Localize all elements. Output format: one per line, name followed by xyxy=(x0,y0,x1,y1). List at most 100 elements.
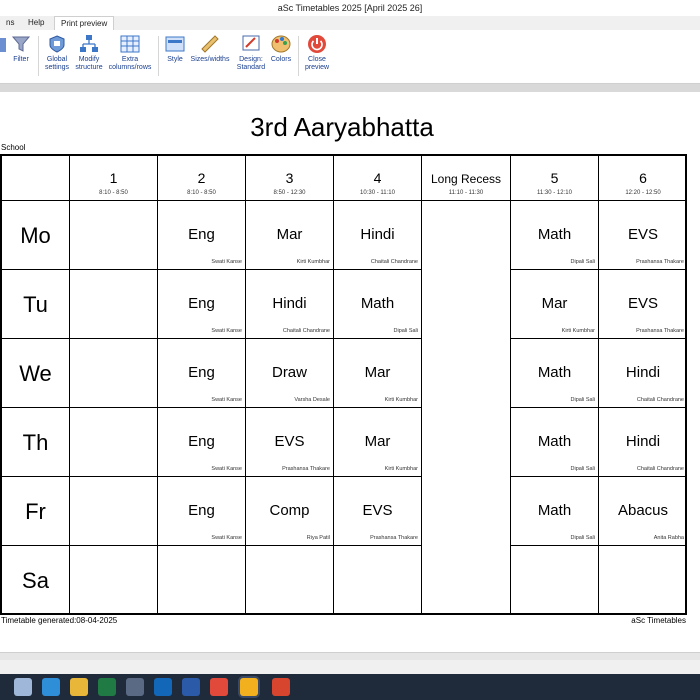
extra-columns-label-2: columns/rows xyxy=(108,64,152,71)
lesson-cell[interactable]: Mar Kirti Kumbhar xyxy=(334,408,422,477)
period-time: 11:10 - 11:30 xyxy=(448,190,484,196)
task-view-icon[interactable] xyxy=(14,678,32,696)
day-name: Mo xyxy=(20,222,51,248)
day-cell-tu: Tu xyxy=(2,270,70,339)
outlook-icon[interactable] xyxy=(154,678,172,696)
subject-name: Eng xyxy=(188,226,215,243)
file-explorer-icon[interactable] xyxy=(70,678,88,696)
lesson-cell[interactable]: Draw Varsha Desale xyxy=(246,339,334,408)
lesson-cell[interactable]: EVS Prashansa Thakare xyxy=(599,270,687,339)
period-time: 10:30 - 11:10 xyxy=(360,190,395,196)
lesson-cell[interactable]: Math Dipali Sali xyxy=(334,270,422,339)
lesson-cell[interactable]: Eng Swati Kanse xyxy=(158,270,246,339)
lesson-cell[interactable]: Comp Riya Patil xyxy=(246,477,334,546)
teacher-name: Chaitali Chandrane xyxy=(636,397,684,403)
asc-timetables-icon[interactable] xyxy=(240,678,258,696)
lesson-cell[interactable]: Eng Swati Kanse xyxy=(158,201,246,270)
subject-name: EVS xyxy=(362,502,393,519)
subject-name: Eng xyxy=(188,364,215,381)
lesson-cell[interactable] xyxy=(599,546,687,615)
lesson-cell[interactable]: Mar Kirti Kumbhar xyxy=(246,201,334,270)
lesson-cell[interactable]: Hindi Chaitali Chandrane xyxy=(599,339,687,408)
lesson-cell[interactable] xyxy=(511,546,599,615)
lesson-cell[interactable] xyxy=(70,477,158,546)
lesson-cell[interactable]: Math Dipali Sali xyxy=(511,201,599,270)
lesson-cell[interactable] xyxy=(158,546,246,615)
lesson-cell[interactable] xyxy=(70,201,158,270)
teacher-name: Riya Patil xyxy=(306,535,330,541)
windows-taskbar xyxy=(0,674,700,700)
lesson-cell[interactable]: Math Dipali Sali xyxy=(511,339,599,408)
header-long-recess: Long Recess 11:10 - 11:30 xyxy=(422,156,511,201)
lesson-cell[interactable] xyxy=(70,408,158,477)
subject-name: Math xyxy=(537,226,572,243)
teacher-name: Prashansa Thakare xyxy=(282,466,330,472)
lesson-cell[interactable]: EVS Prashansa Thakare xyxy=(599,201,687,270)
lesson-cell[interactable]: Eng Swati Kanse xyxy=(158,408,246,477)
header-period-4: 4 10:30 - 11:10 xyxy=(334,156,422,201)
subject-name: Math xyxy=(360,295,395,312)
teacher-name: Prashansa Thakare xyxy=(636,328,684,334)
lesson-cell[interactable]: Math Dipali Sali xyxy=(511,477,599,546)
lesson-cell[interactable]: Hindi Chaitali Chandrane xyxy=(246,270,334,339)
lesson-cell[interactable]: Mar Kirti Kumbhar xyxy=(511,270,599,339)
subject-name: Math xyxy=(537,364,572,381)
menu-tab-help[interactable]: Help xyxy=(22,16,50,30)
modify-structure-button[interactable]: Modify structure xyxy=(73,34,105,72)
menu-tab-print-preview[interactable]: Print preview xyxy=(54,16,115,30)
design-standard-button[interactable]: Design: Standard xyxy=(234,34,268,72)
period-time: 11:30 - 12:10 xyxy=(537,190,572,196)
extra-columns-label-1: Extra xyxy=(121,56,139,63)
style-label: Style xyxy=(167,56,183,63)
chrome-icon[interactable] xyxy=(210,678,228,696)
excel-icon[interactable] xyxy=(98,678,116,696)
subject-name: Comp xyxy=(269,502,310,519)
teacher-name: Prashansa Thakare xyxy=(370,535,418,541)
design-icon xyxy=(242,35,260,51)
lesson-cell[interactable] xyxy=(70,546,158,615)
lesson-cell[interactable] xyxy=(246,546,334,615)
lesson-cell[interactable] xyxy=(70,270,158,339)
style-icon xyxy=(165,36,185,52)
lesson-cell[interactable]: EVS Prashansa Thakare xyxy=(246,408,334,477)
lesson-cell[interactable]: Eng Swati Kanse xyxy=(158,477,246,546)
timetable-title: 3rd Aaryabhatta xyxy=(250,112,434,142)
ribbon-partial-button[interactable] xyxy=(0,34,6,56)
teacher-name: Dipali Sali xyxy=(570,466,595,472)
lesson-cell[interactable]: Eng Swati Kanse xyxy=(158,339,246,408)
teacher-name: Swati Kanse xyxy=(211,535,242,541)
day-cell-fr: Fr xyxy=(2,477,70,546)
lesson-cell[interactable] xyxy=(334,546,422,615)
subject-name: Mar xyxy=(364,433,391,450)
subject-name: Hindi xyxy=(360,226,395,243)
subject-name: EVS xyxy=(627,226,658,243)
horizontal-scrollbar[interactable] xyxy=(0,652,700,660)
lesson-cell[interactable]: Hindi Chaitali Chandrane xyxy=(599,408,687,477)
teacher-name: Varsha Desale xyxy=(294,397,330,403)
subject-name: Mar xyxy=(364,364,391,381)
lesson-cell[interactable]: Math Dipali Sali xyxy=(511,408,599,477)
teacher-name: Dipali Sali xyxy=(570,535,595,541)
teacher-name: Dipali Sali xyxy=(393,328,418,334)
colors-button[interactable]: Colors xyxy=(270,34,292,64)
lesson-cell[interactable]: Hindi Chaitali Chandrane xyxy=(334,201,422,270)
filter-button[interactable]: Filter xyxy=(8,34,34,64)
menu-tab-partial[interactable]: ns xyxy=(0,16,20,30)
edge-icon[interactable] xyxy=(42,678,60,696)
extra-columns-button[interactable]: Extra columns/rows xyxy=(106,34,154,72)
subject-name: Eng xyxy=(188,295,215,312)
lesson-cell[interactable] xyxy=(70,339,158,408)
sizes-widths-button[interactable]: Sizes/widths xyxy=(190,34,230,64)
store-icon[interactable] xyxy=(126,678,144,696)
ruler-icon xyxy=(201,35,219,53)
lesson-cell[interactable]: Mar Kirti Kumbhar xyxy=(334,339,422,408)
chrome-profile-icon[interactable] xyxy=(272,678,290,696)
header-period-6: 6 12:20 - 12:50 xyxy=(599,156,687,201)
word-icon[interactable] xyxy=(182,678,200,696)
header-period-2: 2 8:10 - 8:50 xyxy=(158,156,246,201)
close-preview-button[interactable]: Close preview xyxy=(302,34,332,72)
lesson-cell[interactable]: EVS Prashansa Thakare xyxy=(334,477,422,546)
lesson-cell[interactable]: Abacus Anita Rabha xyxy=(599,477,687,546)
global-settings-button[interactable]: Global settings xyxy=(42,34,72,72)
style-button[interactable]: Style xyxy=(164,34,186,64)
